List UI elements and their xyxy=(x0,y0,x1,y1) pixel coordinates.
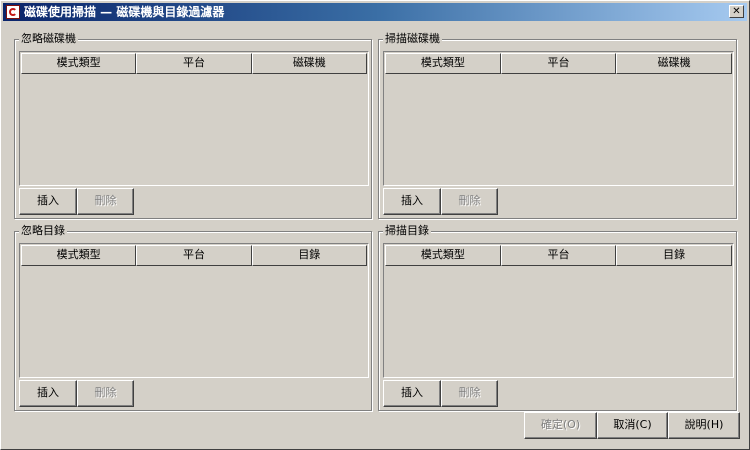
insert-button[interactable]: 插入 xyxy=(383,188,441,215)
scan-drives-group: 掃描磁碟機 模式類型 平台 磁碟機 插入 刪除 xyxy=(378,32,737,219)
scan-drives-table[interactable]: 模式類型 平台 磁碟機 xyxy=(383,51,734,186)
table-header: 模式類型 平台 磁碟機 xyxy=(385,53,733,74)
table-header: 模式類型 平台 磁碟機 xyxy=(21,53,367,74)
group-legend: 掃描磁碟機 xyxy=(383,32,442,46)
column-header-directory[interactable]: 目錄 xyxy=(251,245,367,266)
delete-button[interactable]: 刪除 xyxy=(77,188,134,215)
cancel-button[interactable]: 取消(C) xyxy=(597,412,668,439)
column-header-pattern-type[interactable]: 模式類型 xyxy=(21,53,137,74)
group-legend: 忽略磁碟機 xyxy=(19,32,78,46)
delete-button[interactable]: 刪除 xyxy=(77,380,134,407)
column-header-drive[interactable]: 磁碟機 xyxy=(251,53,367,74)
column-header-directory[interactable]: 目錄 xyxy=(616,245,733,266)
group-legend: 掃描目錄 xyxy=(383,224,431,238)
column-header-pattern-type[interactable]: 模式類型 xyxy=(385,53,501,74)
column-header-platform[interactable]: 平台 xyxy=(500,245,617,266)
dialog-window: 磁碟使用掃描 — 磁碟機與目錄過濾器 ✕ 忽略磁碟機 模式類型 平台 磁碟機 插… xyxy=(0,0,750,450)
column-header-platform[interactable]: 平台 xyxy=(136,245,252,266)
insert-button[interactable]: 插入 xyxy=(383,380,441,407)
help-button[interactable]: 說明(H) xyxy=(668,412,740,439)
ignore-directories-table[interactable]: 模式類型 平台 目錄 xyxy=(19,243,369,378)
table-header: 模式類型 平台 目錄 xyxy=(21,245,367,266)
ignore-drives-group: 忽略磁碟機 模式類型 平台 磁碟機 插入 刪除 xyxy=(14,32,372,219)
ignore-directories-group: 忽略目錄 模式類型 平台 目錄 插入 刪除 xyxy=(14,224,372,411)
app-icon xyxy=(6,5,20,19)
close-button[interactable]: ✕ xyxy=(729,5,744,18)
scan-directories-table[interactable]: 模式類型 平台 目錄 xyxy=(383,243,734,378)
column-header-drive[interactable]: 磁碟機 xyxy=(616,53,733,74)
insert-button[interactable]: 插入 xyxy=(19,188,77,215)
table-header: 模式類型 平台 目錄 xyxy=(385,245,733,266)
column-header-pattern-type[interactable]: 模式類型 xyxy=(385,245,501,266)
column-header-platform[interactable]: 平台 xyxy=(500,53,617,74)
group-legend: 忽略目錄 xyxy=(19,224,67,238)
ignore-drives-table[interactable]: 模式類型 平台 磁碟機 xyxy=(19,51,369,186)
column-header-pattern-type[interactable]: 模式類型 xyxy=(21,245,137,266)
delete-button[interactable]: 刪除 xyxy=(441,188,498,215)
column-header-platform[interactable]: 平台 xyxy=(136,53,252,74)
insert-button[interactable]: 插入 xyxy=(19,380,77,407)
window-title: 磁碟使用掃描 — 磁碟機與目錄過濾器 xyxy=(24,5,225,19)
ok-button[interactable]: 確定(O) xyxy=(524,412,597,439)
scan-directories-group: 掃描目錄 模式類型 平台 目錄 插入 刪除 xyxy=(378,224,737,411)
title-bar[interactable]: 磁碟使用掃描 — 磁碟機與目錄過濾器 ✕ xyxy=(3,3,747,21)
delete-button[interactable]: 刪除 xyxy=(441,380,498,407)
